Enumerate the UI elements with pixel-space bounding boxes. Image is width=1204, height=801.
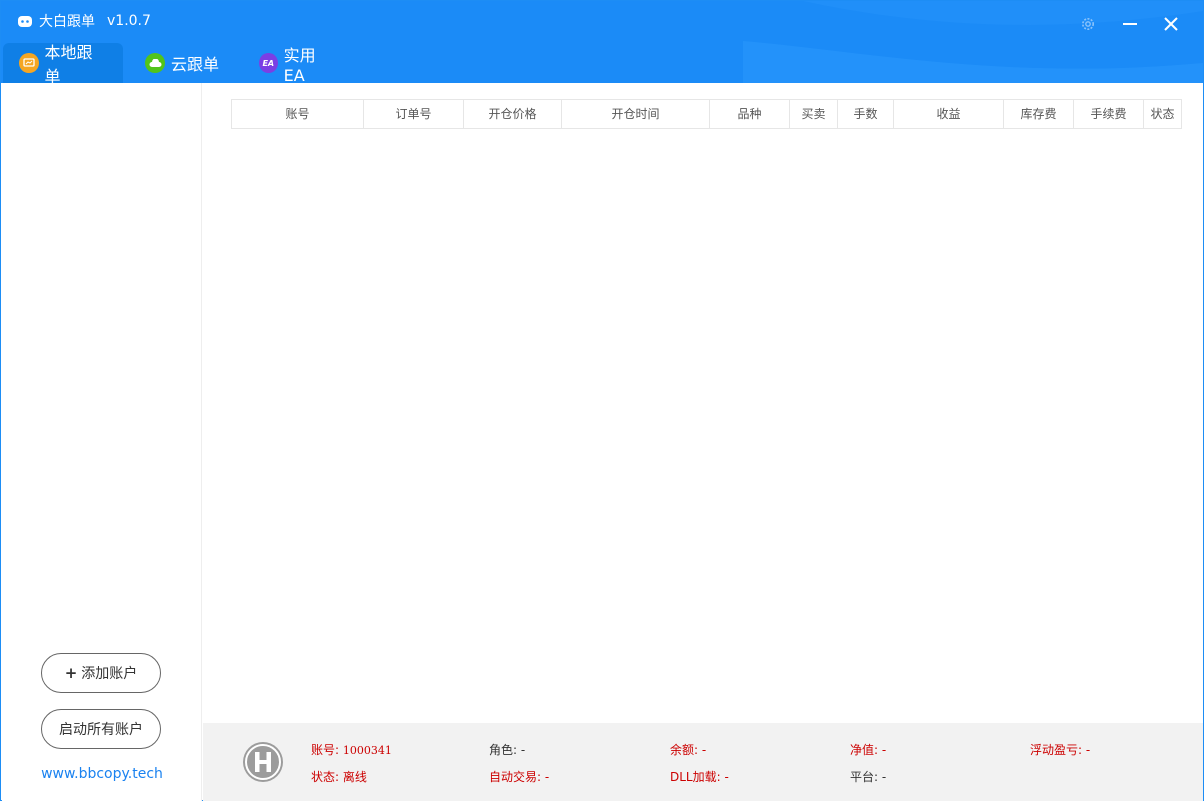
app-title-group: 大白跟单 v1.0.7 bbox=[17, 11, 151, 31]
status-account: 账号: 1000341 bbox=[311, 741, 392, 758]
tab-local-copy-label: 本地跟单 bbox=[44, 43, 93, 83]
status-floating-pnl-value: - bbox=[1085, 743, 1091, 757]
status-platform-label: 平台: bbox=[850, 770, 879, 784]
column-header-lots[interactable]: 手数 bbox=[838, 100, 894, 128]
column-header-profit[interactable]: 收益 bbox=[894, 100, 1004, 128]
website-link[interactable]: www.bbcopy.tech bbox=[2, 766, 202, 782]
status-connection-value: 离线 bbox=[342, 770, 367, 784]
tab-utility-ea[interactable]: EA 实用EA bbox=[239, 43, 349, 83]
column-header-side[interactable]: 买卖 bbox=[790, 100, 838, 128]
minimize-button[interactable] bbox=[1117, 11, 1143, 37]
status-account-value: 1000341 bbox=[342, 744, 392, 757]
ea-icon: EA bbox=[259, 53, 278, 73]
status-dll-label: DLL加载: bbox=[670, 770, 721, 784]
start-all-accounts-label: 启动所有账户 bbox=[59, 722, 143, 738]
tab-cloud-copy[interactable]: 云跟单 bbox=[123, 43, 239, 83]
status-dll: DLL加载: - bbox=[670, 768, 729, 785]
status-role-label: 角色: bbox=[489, 743, 518, 757]
column-header-open-time[interactable]: 开仓时间 bbox=[562, 100, 710, 128]
column-header-swap[interactable]: 库存费 bbox=[1004, 100, 1074, 128]
add-account-button[interactable]: + 添加账户 bbox=[41, 653, 161, 693]
status-equity-value: - bbox=[881, 743, 887, 757]
status-connection-label: 状态: bbox=[311, 770, 340, 784]
add-account-label: 添加账户 bbox=[81, 666, 138, 682]
status-platform: 平台: - bbox=[850, 768, 886, 785]
start-all-accounts-button[interactable]: 启动所有账户 bbox=[41, 709, 161, 749]
column-header-status[interactable]: 状态 bbox=[1144, 100, 1181, 128]
status-platform-value: - bbox=[881, 770, 887, 784]
app-version: v1.0.7 bbox=[107, 13, 151, 29]
minimize-icon bbox=[1123, 23, 1137, 25]
status-floating-pnl: 浮动盈亏: - bbox=[1030, 741, 1090, 758]
gear-icon bbox=[1082, 18, 1094, 30]
status-auto-trade: 自动交易: - bbox=[489, 768, 549, 785]
platform-logo-icon bbox=[243, 742, 283, 782]
status-role: 角色: - bbox=[489, 741, 525, 758]
main-tabs: 本地跟单 云跟单 EA 实用EA bbox=[3, 43, 349, 83]
column-header-open-price[interactable]: 开仓价格 bbox=[464, 100, 562, 128]
status-balance: 余额: - bbox=[670, 741, 706, 758]
status-auto-trade-label: 自动交易: bbox=[489, 770, 542, 784]
status-floating-pnl-label: 浮动盈亏: bbox=[1030, 743, 1083, 757]
status-dll-value: - bbox=[724, 770, 729, 784]
status-account-label: 账号: bbox=[311, 743, 340, 757]
tab-local-copy[interactable]: 本地跟单 bbox=[3, 43, 123, 83]
cloud-icon bbox=[145, 53, 165, 73]
tab-cloud-copy-label: 云跟单 bbox=[171, 55, 220, 74]
tab-utility-ea-label: 实用EA bbox=[283, 45, 316, 84]
status-balance-value: - bbox=[701, 743, 707, 757]
account-status-bar: 账号: 1000341 状态: 离线 角色: - 自动交易: - 余额: - D… bbox=[203, 723, 1203, 801]
column-header-order-id[interactable]: 订单号 bbox=[364, 100, 464, 128]
app-logo-icon bbox=[18, 16, 32, 27]
column-header-commission[interactable]: 手续费 bbox=[1074, 100, 1144, 128]
app-window: 大白跟单 v1.0.7 本地跟单 云跟单 EA 实用EA + 添加账户 启动所有… bbox=[0, 0, 1204, 801]
orders-table-header: 账号 订单号 开仓价格 开仓时间 品种 买卖 手数 收益 库存费 手续费 状态 bbox=[231, 99, 1182, 129]
column-header-account[interactable]: 账号 bbox=[232, 100, 364, 128]
sidebar: + 添加账户 启动所有账户 www.bbcopy.tech bbox=[2, 83, 202, 801]
column-header-symbol[interactable]: 品种 bbox=[710, 100, 790, 128]
settings-button[interactable] bbox=[1075, 11, 1101, 37]
status-balance-label: 余额: bbox=[670, 743, 699, 757]
status-auto-trade-value: - bbox=[544, 770, 550, 784]
status-equity: 净值: - bbox=[850, 741, 886, 758]
app-title: 大白跟单 bbox=[39, 14, 95, 30]
plus-icon: + bbox=[64, 664, 78, 682]
local-copy-icon bbox=[19, 53, 39, 73]
status-equity-label: 净值: bbox=[850, 743, 879, 757]
title-bar[interactable]: 大白跟单 v1.0.7 本地跟单 云跟单 EA 实用EA bbox=[1, 1, 1203, 83]
status-role-value: - bbox=[520, 743, 526, 757]
status-connection: 状态: 离线 bbox=[311, 768, 367, 785]
close-icon bbox=[1164, 17, 1178, 31]
close-button[interactable] bbox=[1158, 11, 1184, 37]
